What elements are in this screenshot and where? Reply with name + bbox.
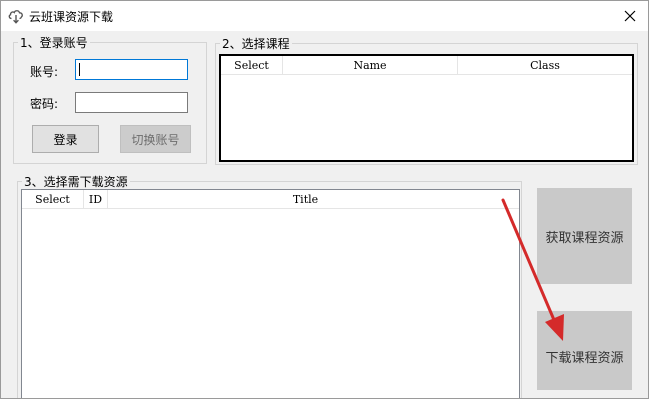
column-header-select[interactable]: Select: [22, 190, 84, 208]
resource-list-header: Select ID Title: [22, 190, 519, 209]
column-header-id[interactable]: ID: [84, 190, 108, 208]
get-resources-button[interactable]: 获取课程资源: [537, 188, 632, 284]
resource-group-legend: 3、选择需下载资源: [24, 175, 128, 189]
course-group-legend: 2、选择课程: [222, 37, 290, 51]
account-label: 账号:: [30, 65, 59, 79]
password-label: 密码:: [30, 97, 59, 111]
course-list[interactable]: Select Name Class: [219, 54, 634, 162]
watermark-logo: [526, 390, 646, 398]
account-input[interactable]: [75, 59, 188, 80]
login-button[interactable]: 登录: [32, 125, 99, 153]
course-list-header: Select Name Class: [221, 56, 632, 75]
client-area: 1、登录账号 账号: 密码: 登录 切换账号 2、选择课程 Select Nam…: [1, 31, 648, 398]
cloud-download-icon: [7, 7, 25, 25]
password-input[interactable]: [75, 92, 188, 113]
download-resources-button[interactable]: 下载课程资源: [537, 311, 632, 398]
column-header-title[interactable]: Title: [108, 190, 503, 208]
close-icon: [624, 10, 636, 22]
column-header-select[interactable]: Select: [221, 56, 283, 74]
text-caret: [79, 63, 80, 76]
login-group-legend: 1、登录账号: [20, 36, 88, 50]
column-header-name[interactable]: Name: [283, 56, 458, 74]
title-bar: 云班课资源下载: [1, 1, 648, 31]
resource-list[interactable]: Select ID Title: [21, 189, 520, 398]
window-title: 云班课资源下载: [29, 10, 114, 24]
column-header-class[interactable]: Class: [458, 56, 632, 74]
app-window: 云班课资源下载 1、登录账号 账号: 密码: 登录 切换账号 2、选择课程 Se…: [0, 0, 649, 399]
close-button[interactable]: [618, 4, 642, 28]
switch-account-button[interactable]: 切换账号: [120, 125, 191, 153]
